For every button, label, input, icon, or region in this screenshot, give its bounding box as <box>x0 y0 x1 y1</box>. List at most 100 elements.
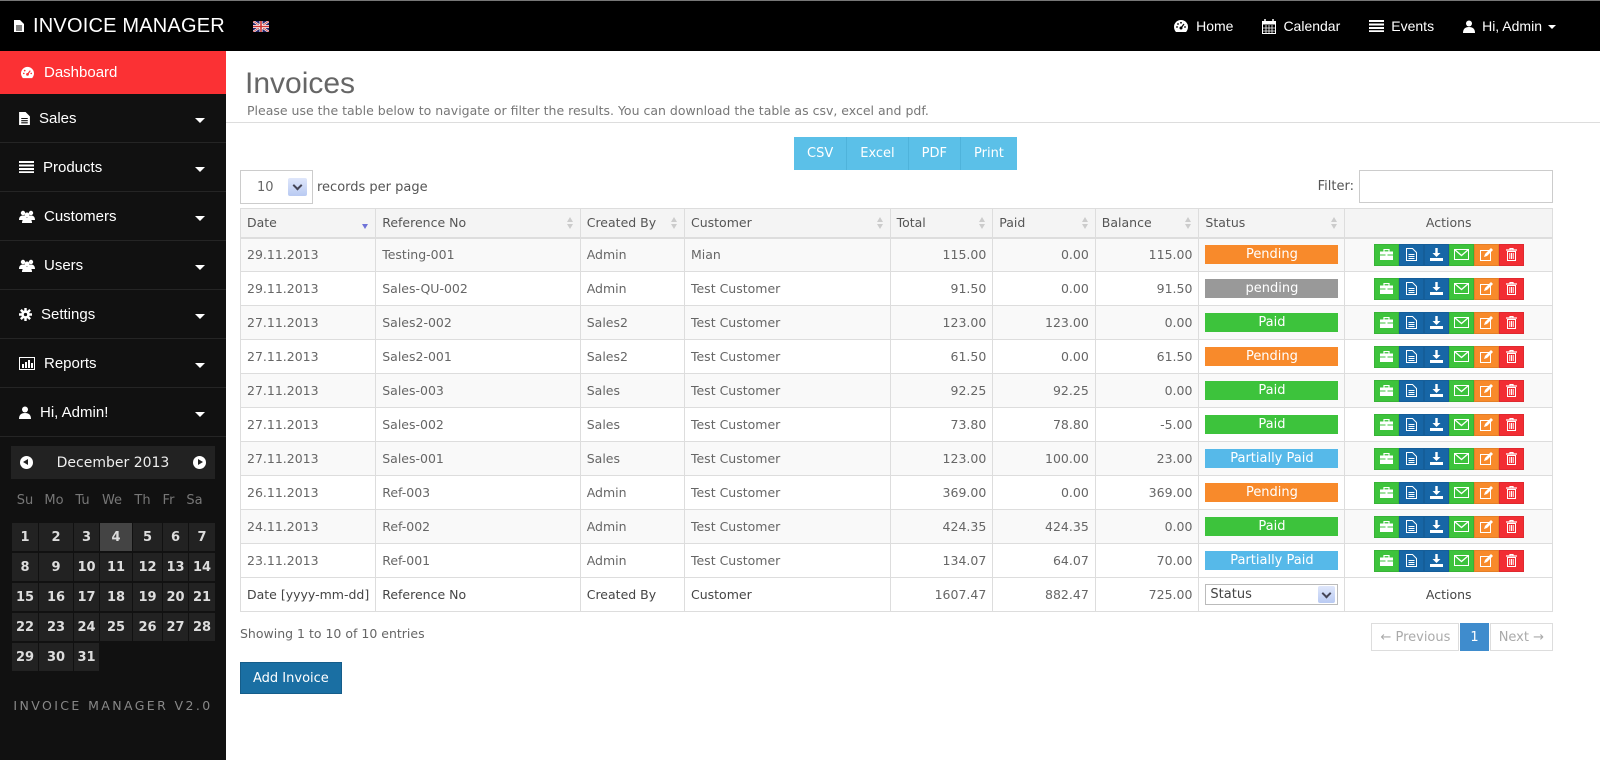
edit-button[interactable] <box>1473 515 1499 538</box>
download-button[interactable] <box>1423 311 1449 334</box>
calendar-day[interactable]: 24 <box>74 613 99 641</box>
calendar-day[interactable]: 18 <box>100 583 132 611</box>
view-button[interactable] <box>1398 345 1424 368</box>
calendar-day[interactable]: 8 <box>12 553 38 581</box>
filter-input[interactable] <box>1359 170 1553 203</box>
next-page-button[interactable]: Next → <box>1489 623 1553 651</box>
footer-customer-filter[interactable]: Customer <box>683 577 891 612</box>
col-created-by[interactable]: Created By <box>579 208 685 239</box>
payment-button[interactable] <box>1373 413 1399 436</box>
calendar-day[interactable]: 12 <box>133 553 162 581</box>
sidebar-item-customers[interactable]: Customers <box>0 192 226 241</box>
edit-button[interactable] <box>1473 345 1499 368</box>
edit-button[interactable] <box>1473 549 1499 572</box>
col-customer[interactable]: Customer <box>683 208 891 239</box>
email-button[interactable] <box>1448 243 1474 266</box>
payment-button[interactable] <box>1373 379 1399 402</box>
delete-button[interactable] <box>1498 481 1524 504</box>
payment-button[interactable] <box>1373 447 1399 470</box>
nav-calendar[interactable]: Calendar <box>1262 18 1340 34</box>
email-button[interactable] <box>1448 515 1474 538</box>
view-button[interactable] <box>1398 413 1424 436</box>
sidebar-item-users[interactable]: Users <box>0 241 226 290</box>
prev-month-icon[interactable] <box>20 456 33 469</box>
edit-button[interactable] <box>1473 413 1499 436</box>
email-button[interactable] <box>1448 447 1474 470</box>
view-button[interactable] <box>1398 549 1424 572</box>
calendar-day[interactable]: 5 <box>133 523 162 551</box>
calendar-day[interactable]: 9 <box>39 553 73 581</box>
download-button[interactable] <box>1423 447 1449 470</box>
edit-button[interactable] <box>1473 311 1499 334</box>
calendar-day[interactable]: 7 <box>189 523 215 551</box>
col-total[interactable]: Total <box>889 208 994 239</box>
payment-button[interactable] <box>1373 345 1399 368</box>
email-button[interactable] <box>1448 549 1474 572</box>
calendar-day[interactable]: 2 <box>39 523 73 551</box>
payment-button[interactable] <box>1373 243 1399 266</box>
footer-date-filter[interactable]: Date [yyyy-mm-dd] <box>239 577 377 612</box>
view-button[interactable] <box>1398 481 1424 504</box>
calendar-day[interactable]: 17 <box>74 583 99 611</box>
next-month-icon[interactable] <box>193 456 206 469</box>
calendar-day[interactable]: 29 <box>12 643 38 671</box>
delete-button[interactable] <box>1498 243 1524 266</box>
delete-button[interactable] <box>1498 413 1524 436</box>
sidebar-item-dashboard[interactable]: Dashboard <box>0 51 226 94</box>
calendar-day[interactable]: 23 <box>39 613 73 641</box>
col-balance[interactable]: Balance <box>1094 208 1200 239</box>
delete-button[interactable] <box>1498 549 1524 572</box>
calendar-day[interactable]: 15 <box>12 583 38 611</box>
delete-button[interactable] <box>1498 277 1524 300</box>
payment-button[interactable] <box>1373 277 1399 300</box>
calendar-day[interactable]: 4 <box>100 523 132 551</box>
col-reference[interactable]: Reference No <box>375 208 581 239</box>
edit-button[interactable] <box>1473 277 1499 300</box>
calendar-day[interactable]: 20 <box>163 583 188 611</box>
status-filter-select[interactable]: Status <box>1205 584 1339 605</box>
download-button[interactable] <box>1423 379 1449 402</box>
uk-flag-icon[interactable] <box>252 20 269 32</box>
edit-button[interactable] <box>1473 379 1499 402</box>
sidebar-item-settings[interactable]: Settings <box>0 290 226 339</box>
email-button[interactable] <box>1448 413 1474 436</box>
view-button[interactable] <box>1398 515 1424 538</box>
payment-button[interactable] <box>1373 515 1399 538</box>
view-button[interactable] <box>1398 311 1424 334</box>
sidebar-item-account[interactable]: Hi, Admin! <box>0 388 226 437</box>
email-button[interactable] <box>1448 311 1474 334</box>
records-per-page-select[interactable]: 10 <box>240 170 313 204</box>
email-button[interactable] <box>1448 345 1474 368</box>
delete-button[interactable] <box>1498 379 1524 402</box>
download-button[interactable] <box>1423 481 1449 504</box>
page-1-button[interactable]: 1 <box>1460 623 1489 651</box>
calendar-day[interactable]: 14 <box>189 553 215 581</box>
payment-button[interactable] <box>1373 311 1399 334</box>
email-button[interactable] <box>1448 379 1474 402</box>
download-button[interactable] <box>1423 243 1449 266</box>
nav-user-menu[interactable]: Hi, Admin <box>1463 18 1556 34</box>
email-button[interactable] <box>1448 277 1474 300</box>
calendar-day[interactable]: 6 <box>163 523 188 551</box>
csv-button[interactable]: CSV <box>794 137 848 170</box>
delete-button[interactable] <box>1498 311 1524 334</box>
calendar-day[interactable]: 27 <box>163 613 188 641</box>
calendar-day[interactable]: 31 <box>74 643 99 671</box>
calendar-day[interactable]: 16 <box>39 583 73 611</box>
excel-button[interactable]: Excel <box>847 137 909 170</box>
calendar-day[interactable]: 22 <box>12 613 38 641</box>
calendar-day[interactable]: 13 <box>163 553 188 581</box>
view-button[interactable] <box>1398 277 1424 300</box>
calendar-day[interactable]: 19 <box>133 583 162 611</box>
payment-button[interactable] <box>1373 481 1399 504</box>
footer-ref-filter[interactable]: Reference No <box>375 577 581 612</box>
calendar-day[interactable]: 26 <box>133 613 162 641</box>
calendar-day[interactable]: 30 <box>39 643 73 671</box>
download-button[interactable] <box>1423 549 1449 572</box>
edit-button[interactable] <box>1473 481 1499 504</box>
view-button[interactable] <box>1398 447 1424 470</box>
view-button[interactable] <box>1398 379 1424 402</box>
col-paid[interactable]: Paid <box>992 208 1096 239</box>
download-button[interactable] <box>1423 345 1449 368</box>
col-date[interactable]: Date <box>239 208 377 239</box>
